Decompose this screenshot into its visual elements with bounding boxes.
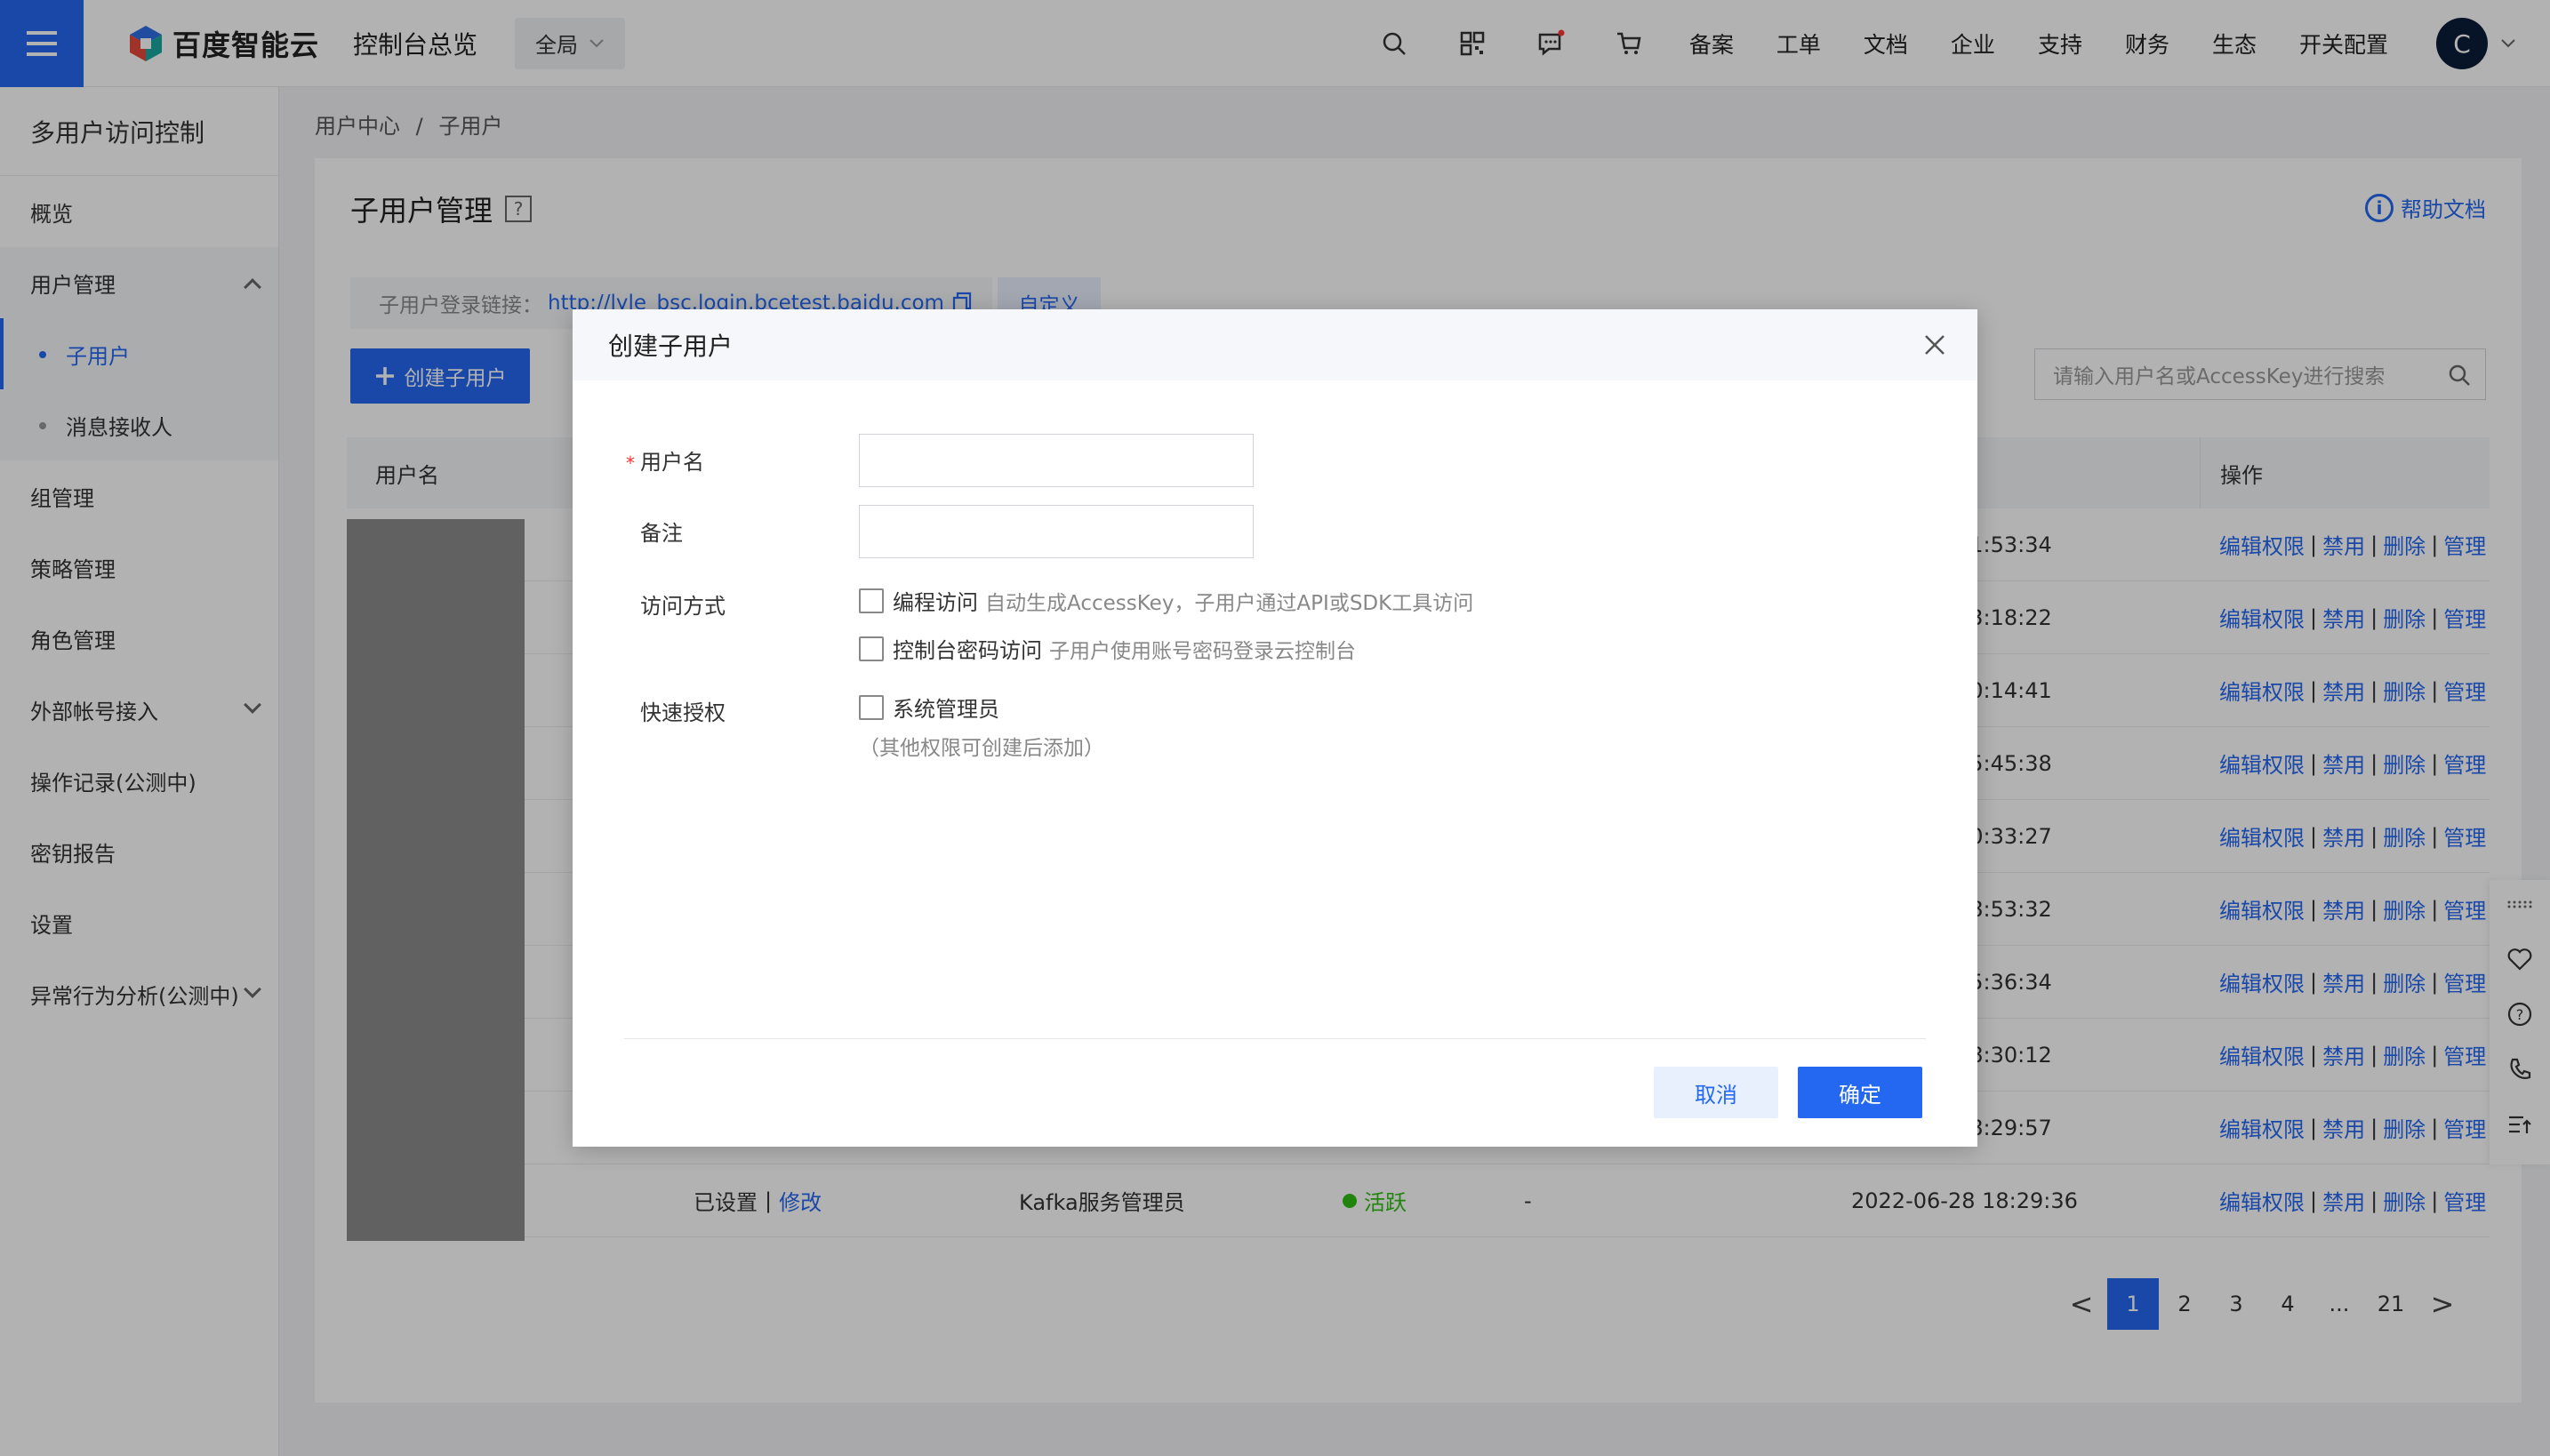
access-method-label: 访问方式 — [640, 594, 726, 619]
console-access-checkbox[interactable] — [859, 636, 884, 661]
username-label: * 用户名 — [626, 444, 704, 476]
programmatic-access-label: 编程访问 — [893, 590, 978, 615]
dialog-divider — [624, 1038, 1926, 1039]
note-label: 备注 — [640, 521, 683, 546]
close-icon[interactable] — [1919, 329, 1951, 361]
console-access-hint: 子用户使用账号密码登录云控制台 — [1049, 639, 1356, 663]
username-label-text: 用户名 — [640, 450, 704, 475]
username-input[interactable] — [859, 434, 1254, 487]
confirm-button[interactable]: 确定 — [1798, 1067, 1922, 1118]
dialog-title: 创建子用户 — [608, 332, 734, 361]
create-subuser-dialog: 创建子用户 * 用户名 备注 访问方式 编程访问 自动生成AccessKey，子用… — [573, 309, 1977, 1147]
sys-admin-checkbox[interactable] — [859, 694, 884, 720]
cancel-button[interactable]: 取消 — [1654, 1067, 1778, 1118]
programmatic-access-option[interactable]: 编程访问 自动生成AccessKey，子用户通过API或SDK工具访问 — [859, 585, 1473, 616]
programmatic-access-hint: 自动生成AccessKey，子用户通过API或SDK工具访问 — [985, 591, 1474, 615]
sys-admin-label: 系统管理员 — [893, 697, 999, 722]
quick-auth-label: 快速授权 — [640, 700, 726, 725]
note-input[interactable] — [859, 505, 1254, 558]
console-access-label: 控制台密码访问 — [893, 638, 1042, 663]
console-access-option[interactable]: 控制台密码访问 子用户使用账号密码登录云控制台 — [859, 633, 1356, 664]
programmatic-access-checkbox[interactable] — [859, 588, 884, 613]
sys-admin-option[interactable]: 系统管理员 — [859, 692, 999, 723]
required-mark: * — [626, 452, 635, 474]
dialog-header: 创建子用户 — [573, 309, 1977, 380]
quick-auth-hint: （其他权限可创建后添加） — [859, 737, 1104, 760]
